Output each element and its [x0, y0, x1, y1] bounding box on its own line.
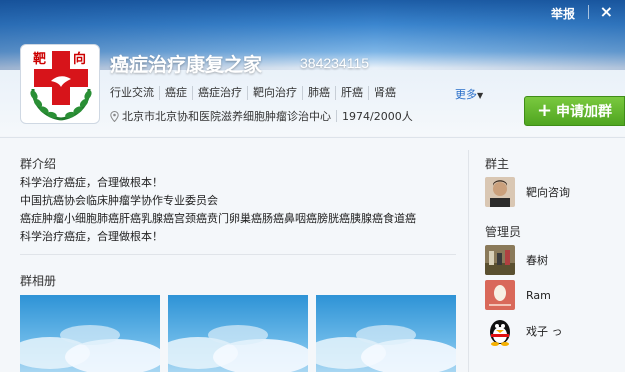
album-photo[interactable]	[168, 295, 308, 372]
join-group-label: 申请加群	[556, 104, 613, 120]
group-location: 北京市北京协和医院滋养细胞肿瘤诊治中心	[122, 110, 331, 123]
avatar	[485, 245, 515, 275]
sidebar-divider	[468, 150, 469, 372]
plus-icon: +	[536, 100, 553, 121]
intro-title: 群介绍	[20, 157, 57, 171]
member-count: 1974/2000人	[342, 110, 413, 123]
group-name: 癌症治疗康复之家	[110, 54, 263, 76]
intro-line: 科学治疗癌症，合理做根本！	[20, 176, 163, 189]
caret-down-icon: ▼	[477, 91, 484, 100]
report-button[interactable]: 举报	[551, 5, 575, 22]
admin-row[interactable]: 戏子 っ	[485, 316, 563, 346]
group-header: 举报 × 靶 向 癌症治疗康复之家 384234115 行业交流 癌症 癌症治疗…	[0, 0, 625, 136]
more-tags-link[interactable]: 更多▼	[455, 86, 483, 102]
admin-row[interactable]: Ram	[485, 280, 551, 310]
avatar	[485, 280, 515, 310]
owner-row[interactable]: 靶向咨询	[485, 177, 570, 207]
tag-item[interactable]: 行业交流	[110, 86, 159, 100]
sky-photo-icon	[20, 325, 160, 372]
join-group-button[interactable]: + 申请加群	[524, 96, 625, 126]
title-bar-separator	[588, 5, 589, 19]
tag-item[interactable]: 肾癌	[368, 86, 401, 100]
location-pin-icon	[110, 110, 119, 122]
penguin-icon	[485, 316, 515, 346]
tag-item[interactable]: 肺癌	[302, 86, 335, 100]
admin-row[interactable]: 春树	[485, 245, 548, 275]
admins-title: 管理员	[485, 225, 522, 239]
sky-photo-icon	[168, 325, 308, 372]
group-id: 384234115	[300, 55, 370, 71]
close-icon[interactable]: ×	[600, 2, 613, 21]
person-photo-icon	[485, 177, 515, 207]
album-photo[interactable]	[20, 295, 160, 372]
intro-line: 中国抗癌协会临床肿瘤学协作专业委员会	[20, 194, 218, 207]
album-title: 群相册	[20, 274, 57, 288]
intro-line: 癌症肿瘤小细胞肺癌肝癌乳腺癌宫颈癌贲门卵巢癌肠癌鼻咽癌膀胱癌胰腺癌食道癌	[20, 212, 416, 225]
tag-item[interactable]: 癌症治疗	[192, 86, 247, 100]
location-separator	[336, 110, 337, 122]
member-name: 靶向咨询	[526, 186, 570, 199]
group-logo: 靶 向	[20, 44, 100, 124]
outdoor-photo-icon	[485, 245, 515, 275]
section-divider	[20, 254, 456, 255]
tag-item[interactable]: 癌症	[159, 86, 192, 100]
more-label: 更多	[455, 88, 477, 101]
avatar	[485, 316, 515, 346]
member-name: 戏子 っ	[526, 325, 563, 338]
member-name: 春树	[526, 254, 548, 267]
tag-item[interactable]: 肝癌	[335, 86, 368, 100]
sky-photo-icon	[316, 325, 456, 372]
intro-text: 科学治疗癌症，合理做根本！ 中国抗癌协会临床肿瘤学协作专业委员会 癌症肿瘤小细胞…	[20, 174, 416, 246]
owner-title: 群主	[485, 157, 510, 171]
member-name: Ram	[526, 288, 551, 302]
intro-line: 科学治疗癌症，合理做根本！	[20, 230, 163, 243]
tag-item[interactable]: 靶向治疗	[247, 86, 302, 100]
egg-icon	[485, 280, 515, 310]
album-photo[interactable]	[316, 295, 456, 372]
avatar	[485, 177, 515, 207]
red-cross-laurel-icon	[30, 51, 92, 121]
group-location-row: 北京市北京协和医院滋养细胞肿瘤诊治中心 1974/2000人	[110, 108, 413, 124]
group-tags: 行业交流 癌症 癌症治疗 靶向治疗 肺癌 肝癌 肾癌	[110, 86, 401, 100]
